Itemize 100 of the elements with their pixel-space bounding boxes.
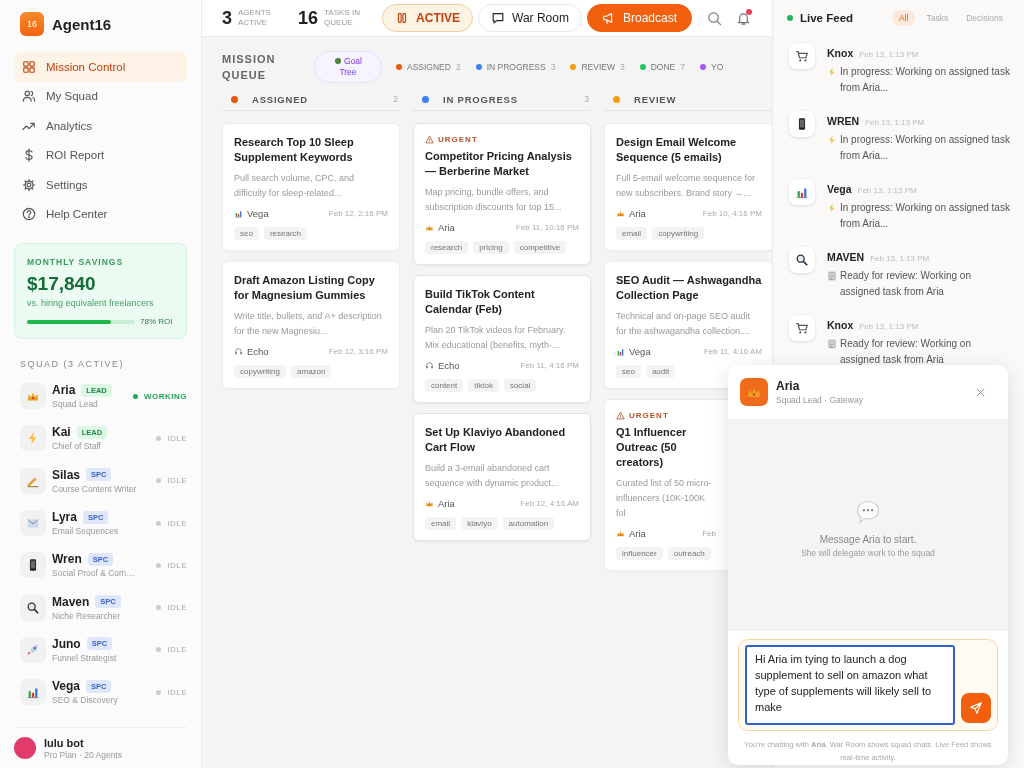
tag: social (503, 379, 537, 392)
nav-item[interactable]: ROI Report (14, 140, 187, 170)
send-button[interactable] (961, 693, 991, 723)
crown-icon (425, 223, 434, 232)
tag: email (616, 227, 648, 240)
agent-name[interactable]: Juno (52, 636, 81, 651)
globe-icon (334, 57, 342, 65)
task-card[interactable]: URGENT Competitor Pricing Analysis — Berberine Market Map pricing, bundle offers, and subscription discounts for top 15... Aria Feb 11, 10:16 PM research pricing competitive (413, 123, 591, 265)
filter-label[interactable]: ASSIGNED (407, 62, 451, 72)
bell-icon[interactable] (736, 10, 751, 26)
toolbar-button[interactable]: ACTIVE (382, 4, 474, 32)
agent-role: Social Proof & Com… (52, 568, 136, 579)
agent-name: Echo (438, 360, 461, 371)
card-description: Full 5-email welcome sequence for new subscribers. Brand story →... (616, 172, 757, 200)
task-card[interactable]: Design Email Welcome Sequence (5 emails) Full 5-email welcome sequence for new subscribers. Brand story →... Aria Feb 10, 4:16 PM email copywriting (604, 123, 772, 251)
agent-name[interactable]: Wren (52, 552, 82, 567)
warning-icon (616, 411, 625, 420)
urgent-label: URGENT (629, 411, 669, 420)
dollar-icon (22, 148, 36, 163)
urgent-label: URGENT (438, 135, 478, 144)
agent-role: SEO & Discovery (52, 695, 119, 706)
tag: automation (502, 517, 555, 530)
search-icon[interactable] (707, 10, 722, 26)
filter-label[interactable]: DONE (650, 62, 676, 72)
user-avatar[interactable] (14, 737, 36, 759)
event-text: Ready for review: Working on assigned task from Aria (840, 269, 972, 299)
filter-count: 3 (620, 62, 625, 72)
bolt-icon (20, 425, 46, 452)
event-text: Ready for review: Working on assigned task from Aria (840, 337, 972, 367)
tag: seo (234, 227, 259, 240)
clipboard-icon (827, 271, 837, 281)
tag: copywriting (234, 365, 286, 378)
phone-icon (20, 552, 46, 579)
task-card[interactable]: Build TikTok Content Calendar (Feb) Plan 20 TikTok videos for February. Mix educational (benefits, myth-... Echo Feb 11, 4:16 PM content tiktok social (413, 275, 591, 403)
task-card[interactable]: Research Top 10 Sleep Supplement Keywords Pull search volume, CPC, and difficulty for sleep-related... Vega Feb 12, 2:16 PM seo research (222, 123, 400, 251)
agent-name[interactable]: Aria (52, 383, 76, 398)
nav-item[interactable]: Analytics (14, 111, 187, 141)
card-title: Draft Amazon Listing Copy for Magnesium Gummies (234, 273, 376, 303)
agent-status: IDLE (167, 518, 187, 528)
users-icon (22, 89, 36, 104)
agent-name: Vega (629, 346, 652, 357)
goal-tree-button[interactable]: Goal Tree (314, 51, 382, 83)
column-title: IN PROGRESS (443, 93, 519, 105)
agent-role: Funnel Strategist (52, 652, 118, 663)
empty-title: Message Aria to start. (819, 534, 917, 545)
filter-label[interactable]: IN PROGRESS (486, 62, 546, 72)
task-card[interactable]: SEO Audit — Ashwagandha Collection Page Technical and on-page SEO audit for the ashwagandha collection.... Vega Feb 11, 4:16 AM seo audit (604, 261, 772, 389)
grid-icon (22, 59, 36, 74)
agent-role: Squad Lead (52, 399, 99, 410)
bolt-icon (827, 135, 837, 145)
tag: amazon (291, 365, 332, 378)
column-count: 2 (393, 94, 398, 104)
panel-title: Live Feed (800, 12, 855, 24)
help-icon (22, 207, 36, 222)
tag: seo (616, 365, 641, 378)
agent-name[interactable]: Vega (52, 679, 81, 694)
nav-item[interactable]: Settings (14, 170, 187, 200)
tag: email (425, 517, 457, 530)
crown-icon (740, 378, 768, 406)
empty-note: She will delegate work to the squad (801, 548, 935, 558)
message-field[interactable]: Hi Aria im tying to launch a dog supplement to sell on amazon what type of supplements will likely sell to make (745, 645, 956, 725)
agent-name[interactable]: Silas (52, 467, 81, 482)
savings-label: MONTHLY SAVINGS (27, 257, 125, 267)
magnifier-icon (20, 594, 46, 621)
crown-icon (20, 383, 46, 410)
card-description: Plan 20 TikTok videos for February. Mix educational (benefits, myth-... (425, 324, 567, 352)
nav-item[interactable]: My Squad (14, 81, 187, 111)
bar-chart-icon (234, 209, 243, 218)
agent-role: Niche Researcher (52, 610, 122, 621)
agent-name[interactable]: Maven (52, 594, 90, 609)
agent-name: Aria (629, 208, 647, 219)
pen-icon (20, 467, 46, 494)
filter-label[interactable]: YO (711, 62, 724, 72)
nav-item[interactable]: Help Center (14, 199, 187, 229)
savings-note: vs. hiring equivalent freelancers (27, 298, 155, 308)
stat-value: 16 (298, 7, 319, 29)
agent-status: IDLE (167, 645, 187, 655)
card-description: Curated list of 50 micro- influencers (10K-100K fol (616, 477, 713, 520)
stat-label: AGENTS ACTIVE (238, 8, 272, 28)
tag: outreach (667, 547, 711, 560)
agent-name[interactable]: Kai (52, 425, 71, 440)
filter-count: 2 (455, 62, 461, 72)
agent-name[interactable]: Lyra (52, 510, 77, 525)
event-text: In progress: Working on assigned task from Aria... (840, 65, 1010, 95)
live-dot (787, 15, 793, 21)
card-description: Technical and on-page SEO audit for the ashwagandha collection.... (616, 310, 752, 338)
column-count: 3 (584, 94, 589, 104)
card-title: Design Email Welcome Sequence (5 emails) (616, 135, 738, 165)
filter-label[interactable]: REVIEW (581, 62, 615, 72)
close-icon[interactable] (975, 386, 986, 398)
toolbar-button[interactable]: War Room (478, 4, 582, 32)
cart-icon (789, 315, 815, 341)
task-card[interactable]: Draft Amazon Listing Copy for Magnesium Gummies Write title, bullets, and A+ description for the new Magnesiu... Echo Feb 12, 3:16 PM copywriting amazon (222, 261, 400, 389)
task-card[interactable]: Set Up Klaviyo Abandoned Cart Flow Build a 3-email abandoned cart sequence with dynamic product... Aria Feb 12, 4:16 AM email klaviyo automation (413, 413, 591, 541)
tag: influencer (616, 547, 663, 560)
tag: copywriting (652, 227, 705, 240)
user-name: lulu bot (44, 736, 85, 749)
agent-role: Chief of Staff (52, 441, 102, 452)
nav-item[interactable]: Mission Control (14, 52, 187, 82)
column-title: REVIEW (634, 93, 678, 105)
